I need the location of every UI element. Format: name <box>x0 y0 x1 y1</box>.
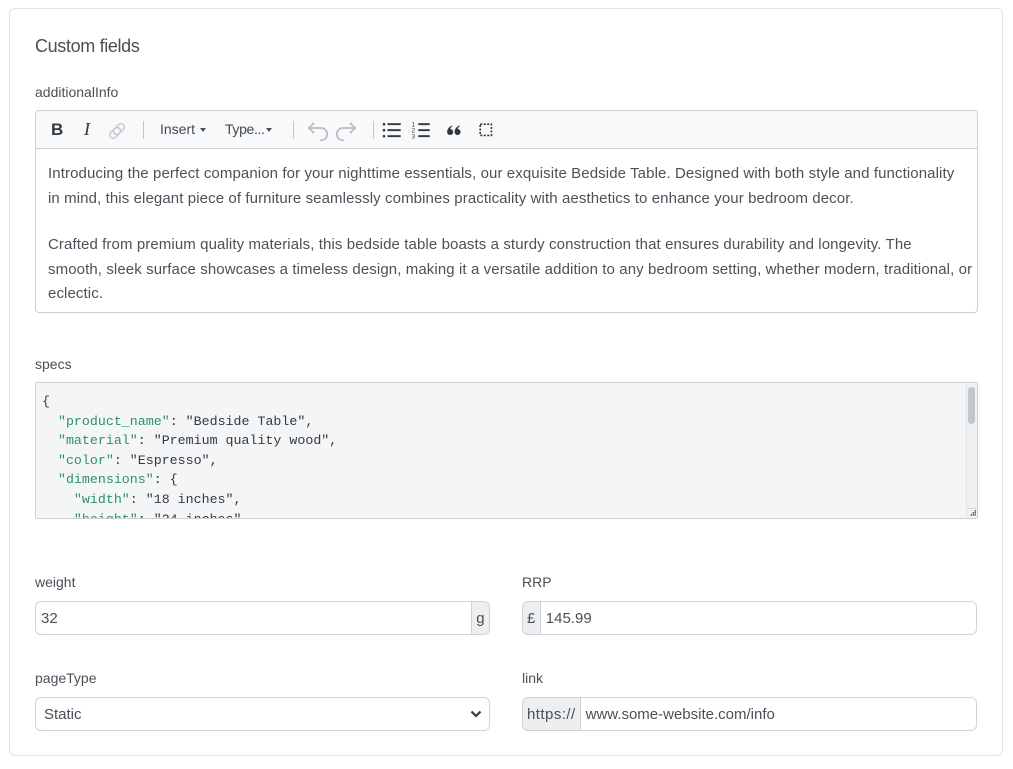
svg-text:3: 3 <box>412 133 416 140</box>
